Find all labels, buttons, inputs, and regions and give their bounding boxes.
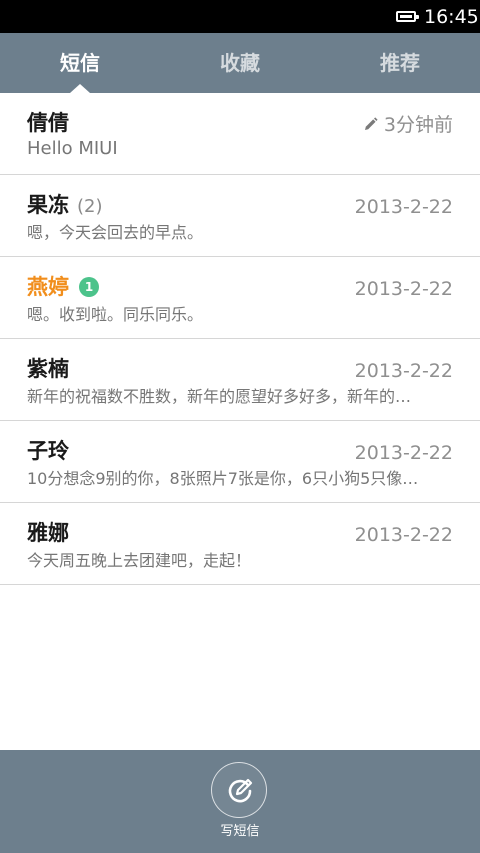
conversation-date: 3分钟前 [383,114,453,136]
pencil-icon [364,117,378,130]
conversation-list: 倩倩 3分钟前 Hello MIUI 果冻 (2) 2013-2-22 嗯，今天会… [0,93,480,585]
compose-icon [228,778,253,803]
conversation-date: 2013-2-22 [354,360,453,382]
conversation-row[interactable]: 果冻 (2) 2013-2-22 嗯，今天会回去的早点。 [0,175,480,257]
status-time: 16:45 [424,6,479,28]
contact-name: 紫楠 [27,357,69,381]
bottom-bar: 写短信 [0,750,480,853]
contact-name: 果冻 [27,193,69,217]
conversation-date: 2013-2-22 [354,524,453,546]
message-preview: 嗯。收到啦。同乐同乐。 [27,305,204,324]
conversation-row[interactable]: 雅娜 2013-2-22 今天周五晚上去团建吧，走起！ [0,503,480,585]
unread-badge: 1 [79,277,99,297]
message-count: (2) [77,196,103,217]
message-preview: 今天周五晚上去团建吧，走起！ [27,551,252,570]
conversation-date: 2013-2-22 [354,278,453,300]
status-bar: 16:45 [0,0,480,33]
contact-name: 子玲 [27,439,69,463]
tab-recommended[interactable]: 推荐 [320,33,480,93]
message-preview: 嗯，今天会回去的早点。 [27,223,204,242]
conversation-date: 2013-2-22 [354,196,453,218]
compose-button[interactable] [211,762,267,818]
message-preview: 10分想念9别的你，8张照片7张是你，6只小狗5只像… [27,469,419,488]
conversation-time: 3分钟前 [363,113,453,137]
active-tab-indicator [70,84,90,93]
conversation-date: 2013-2-22 [354,442,453,464]
message-preview: 新年的祝福数不胜数，新年的愿望好多好多，新年的… [27,387,412,406]
conversation-row[interactable]: 燕婷 1 2013-2-22 嗯。收到啦。同乐同乐。 [0,257,480,339]
conversation-row[interactable]: 倩倩 3分钟前 Hello MIUI [0,93,480,175]
conversation-row[interactable]: 紫楠 2013-2-22 新年的祝福数不胜数，新年的愿望好多好多，新年的… [0,339,480,421]
tab-bar: 短信 收藏 推荐 [0,33,480,93]
contact-name-wrap: 燕婷 1 [27,273,99,301]
contact-name: 雅娜 [27,521,69,545]
compose-label: 写短信 [220,824,260,839]
contact-name-wrap: 果冻 (2) [27,191,103,221]
message-preview: Hello MIUI [27,138,118,159]
conversation-row[interactable]: 子玲 2013-2-22 10分想念9别的你，8张照片7张是你，6只小狗5只像… [0,421,480,503]
battery-icon [396,11,419,22]
contact-name: 燕婷 [27,275,69,299]
tab-favorites[interactable]: 收藏 [160,33,320,93]
contact-name: 倩倩 [27,111,69,135]
